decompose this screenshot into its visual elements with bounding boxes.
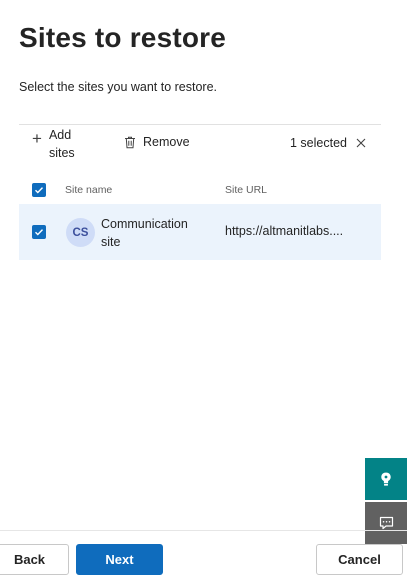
help-icon bbox=[381, 472, 391, 486]
toolbar-divider bbox=[19, 124, 381, 125]
clear-selection-button[interactable] bbox=[354, 136, 368, 150]
feedback-button[interactable] bbox=[365, 502, 407, 544]
add-sites-label: Add sites bbox=[48, 128, 75, 160]
add-sites-button[interactable]: + Add sites bbox=[32, 126, 89, 162]
site-name: Communication site bbox=[101, 217, 188, 249]
close-icon bbox=[356, 138, 366, 148]
select-all-checkbox[interactable] bbox=[32, 183, 46, 197]
remove-label: Remove bbox=[143, 135, 190, 149]
selected-count: 1 selected bbox=[290, 136, 347, 150]
trash-icon bbox=[125, 136, 135, 148]
next-button[interactable]: Next bbox=[76, 544, 163, 575]
column-header-site-name[interactable]: Site name bbox=[65, 184, 112, 196]
feedback-icon bbox=[379, 516, 393, 530]
row-checkbox[interactable] bbox=[32, 225, 46, 239]
cancel-button[interactable]: Cancel bbox=[316, 544, 403, 575]
remove-button[interactable]: Remove bbox=[124, 135, 190, 149]
back-button[interactable]: Back bbox=[0, 544, 69, 575]
plus-icon: + bbox=[32, 129, 42, 148]
help-button[interactable] bbox=[365, 458, 407, 500]
page-title: Sites to restore bbox=[19, 22, 227, 53]
column-header-site-url[interactable]: Site URL bbox=[225, 184, 267, 196]
checkmark-icon bbox=[35, 229, 44, 236]
avatar: CS bbox=[66, 218, 95, 247]
checkmark-icon bbox=[35, 187, 44, 194]
footer-divider bbox=[0, 530, 407, 531]
site-url: https://altmanitlabs.... bbox=[225, 224, 344, 238]
page-subtitle: Select the sites you want to restore. bbox=[19, 80, 218, 94]
table-row[interactable]: CS Communication site https://altmanitla… bbox=[19, 204, 381, 260]
